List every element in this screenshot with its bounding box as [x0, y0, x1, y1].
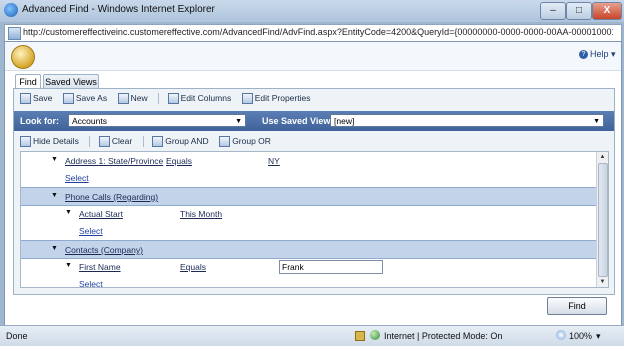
- new-icon: [117, 93, 129, 105]
- help-dropdown-arrow-icon: ▾: [611, 49, 616, 59]
- chevron-down-icon: ▼: [593, 118, 600, 125]
- saved-view-label: Use Saved View:: [262, 116, 334, 126]
- zoom-dropdown-icon[interactable]: ▾: [596, 331, 601, 342]
- edit-properties-icon: [241, 93, 253, 105]
- hide-details-icon: [20, 136, 31, 148]
- edit-properties-button[interactable]: Edit Properties: [241, 93, 310, 105]
- look-for-value: Accounts: [72, 116, 107, 126]
- save-icon: [20, 93, 31, 105]
- related-entity-label[interactable]: Phone Calls (Regarding): [65, 192, 158, 202]
- group-menu-icon[interactable]: ▼: [51, 245, 58, 252]
- clear-button[interactable]: Clear: [98, 136, 132, 148]
- minimize-button[interactable]: –: [540, 2, 566, 20]
- select-link[interactable]: Select: [79, 279, 103, 287]
- criteria-operator[interactable]: Equals: [166, 156, 192, 166]
- header-row: ? Help ▾: [5, 42, 621, 71]
- group-or-button[interactable]: Group OR: [219, 136, 271, 148]
- tab-saved-views[interactable]: Saved Views: [43, 74, 99, 89]
- criteria-field[interactable]: Address 1: State/Province: [65, 156, 163, 166]
- tab-find[interactable]: Find: [15, 74, 41, 89]
- criteria-field[interactable]: Actual Start: [79, 209, 123, 219]
- select-link[interactable]: Select: [79, 226, 103, 236]
- help-label: Help: [590, 49, 609, 59]
- zoom-icon: [556, 330, 566, 340]
- address-bar[interactable]: http://customereffectiveinc.customereffe…: [4, 24, 622, 42]
- select-link[interactable]: Select: [65, 173, 89, 183]
- saved-view-value: [new]: [334, 116, 355, 126]
- look-for-select[interactable]: Accounts ▼: [68, 114, 246, 127]
- criteria-value-input[interactable]: Frank: [279, 260, 383, 274]
- edit-columns-icon: [167, 93, 179, 105]
- save-as-button[interactable]: Save As: [62, 93, 107, 105]
- globe-icon: [370, 330, 380, 340]
- find-button[interactable]: Find: [547, 297, 607, 315]
- select-row: Select: [21, 222, 596, 239]
- saved-view-select[interactable]: [new] ▼: [330, 114, 604, 127]
- edit-columns-button[interactable]: Edit Columns: [167, 93, 231, 105]
- chevron-down-icon: ▼: [235, 118, 242, 125]
- save-button[interactable]: Save: [20, 93, 52, 105]
- look-for-label: Look for:: [20, 116, 59, 126]
- status-bar: Done Internet | Protected Mode: On 100% …: [0, 325, 624, 346]
- page-content: ? Help ▾ Find Saved Views Save Save As Ne…: [4, 41, 622, 326]
- main-toolbar: Save Save As New Edit Columns Edit Prope…: [20, 93, 608, 107]
- related-entity-group: ▼ Contacts (Company): [21, 240, 596, 259]
- criteria-operator[interactable]: This Month: [180, 209, 222, 219]
- url-text[interactable]: http://customereffectiveinc.customereffe…: [23, 27, 613, 37]
- clear-icon: [98, 136, 110, 148]
- status-text: Done: [6, 331, 28, 341]
- criteria-row: ▼ First Name Equals Frank: [21, 258, 596, 275]
- toolbar-separator: [158, 93, 160, 105]
- look-for-bar: Look for: Accounts ▼ Use Saved View: [ne…: [14, 111, 614, 131]
- title-bar: Advanced Find - Windows Internet Explore…: [0, 0, 624, 22]
- row-menu-icon[interactable]: ▼: [65, 209, 72, 216]
- save-as-icon: [62, 93, 74, 105]
- close-button[interactable]: X: [592, 2, 622, 20]
- find-panel: Save Save As New Edit Columns Edit Prope…: [13, 88, 615, 295]
- toolbar-separator: [142, 136, 144, 148]
- help-menu[interactable]: ? Help ▾: [579, 49, 616, 60]
- scroll-up-icon[interactable]: ▲: [597, 152, 608, 162]
- crm-logo-icon: [11, 45, 35, 69]
- scroll-down-icon[interactable]: ▼: [597, 277, 608, 287]
- vertical-scrollbar[interactable]: ▲ ▼: [596, 152, 608, 287]
- criteria-value[interactable]: NY: [268, 156, 280, 166]
- row-menu-icon[interactable]: ▼: [51, 156, 58, 163]
- scroll-thumb[interactable]: [598, 163, 608, 277]
- group-and-icon: [152, 136, 164, 148]
- related-entity-group: ▼ Phone Calls (Regarding): [21, 187, 596, 206]
- security-zone[interactable]: Internet | Protected Mode: On: [384, 331, 502, 341]
- group-or-icon: [219, 136, 231, 148]
- criteria-row: ▼ Actual Start This Month: [21, 205, 596, 222]
- ie-icon: [4, 3, 18, 17]
- related-entity-label[interactable]: Contacts (Company): [65, 245, 143, 255]
- criteria-grid: ▼ Address 1: State/Province Equals NY Se…: [20, 151, 609, 288]
- group-and-button[interactable]: Group AND: [152, 136, 209, 148]
- hide-details-button[interactable]: Hide Details: [20, 136, 79, 148]
- new-button[interactable]: New: [117, 93, 148, 105]
- select-row: Select: [21, 169, 596, 186]
- window-title: Advanced Find - Windows Internet Explore…: [22, 4, 215, 15]
- criteria-toolbar: Hide Details Clear Group AND Group OR: [20, 136, 608, 150]
- criteria-field[interactable]: First Name: [79, 262, 121, 272]
- lock-icon: [355, 331, 365, 341]
- group-menu-icon[interactable]: ▼: [51, 192, 58, 199]
- select-row: Select: [21, 275, 596, 287]
- criteria-row: ▼ Address 1: State/Province Equals NY: [21, 152, 596, 169]
- row-menu-icon[interactable]: ▼: [65, 262, 72, 269]
- maximize-button[interactable]: □: [566, 2, 592, 20]
- zoom-level[interactable]: 100%: [569, 331, 592, 341]
- help-icon: ?: [579, 50, 588, 60]
- criteria-operator[interactable]: Equals: [180, 262, 206, 272]
- page-icon: [8, 27, 21, 40]
- toolbar-separator: [89, 136, 91, 148]
